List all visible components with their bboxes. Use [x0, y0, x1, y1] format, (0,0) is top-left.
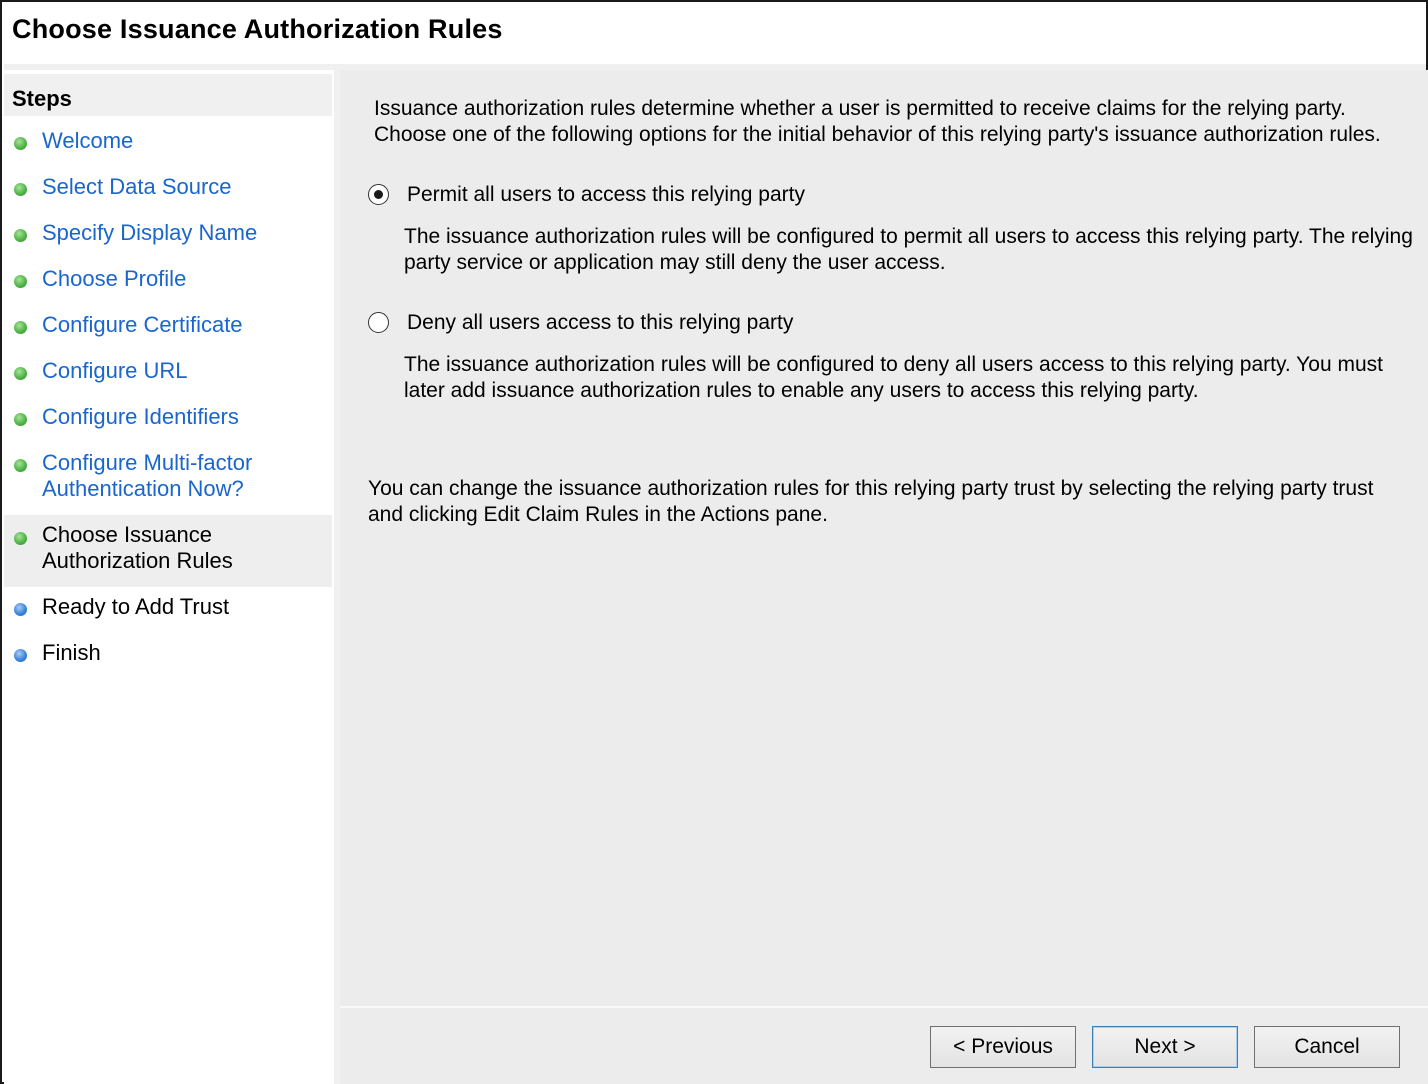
- permit-all-label[interactable]: Permit all users to access this relying …: [407, 182, 805, 208]
- wizard-window: Choose Issuance Authorization Rules Step…: [0, 0, 1428, 1084]
- radio-selected-dot: [374, 190, 383, 199]
- main-panel: Issuance authorization rules determine w…: [340, 70, 1428, 1006]
- wizard-header: Choose Issuance Authorization Rules: [4, 4, 1426, 64]
- deny-all-radio[interactable]: [368, 312, 389, 333]
- steps-heading: Steps: [12, 86, 72, 111]
- step-select-data-source: Select Data Source: [4, 174, 332, 202]
- step-specify-display-name: Specify Display Name: [4, 220, 332, 248]
- step-welcome: Welcome: [4, 128, 332, 156]
- step-complete-icon: [14, 367, 27, 380]
- permit-all-option[interactable]: Permit all users to access this relying …: [368, 182, 868, 210]
- step-configure-identifiers: Configure Identifiers: [4, 404, 332, 432]
- steps-sidebar: Steps Welcome Select Data Source Specify…: [4, 70, 334, 1084]
- step-label: Finish: [42, 640, 101, 665]
- step-configure-url: Configure URL: [4, 358, 332, 386]
- edit-rules-note: You can change the issuance authorizatio…: [368, 477, 1374, 526]
- step-choose-issuance-authorization-rules: Choose Issuance Authorization Rules: [4, 515, 332, 587]
- step-configure-multi-factor: Configure Multi-factor Authentication No…: [4, 450, 332, 504]
- step-complete-icon: [14, 413, 27, 426]
- step-label: Ready to Add Trust: [42, 594, 230, 619]
- step-complete-icon: [14, 459, 27, 472]
- step-choose-profile: Choose Profile: [4, 266, 332, 294]
- step-ready-to-add-trust: Ready to Add Trust: [4, 594, 332, 622]
- step-label: Choose Issuance Authorization Rules: [42, 522, 233, 573]
- step-label: Configure Certificate: [42, 312, 243, 337]
- step-pending-icon: [14, 649, 27, 662]
- step-complete-icon: [14, 321, 27, 334]
- permit-all-radio[interactable]: [368, 184, 389, 205]
- step-complete-icon: [14, 532, 27, 545]
- step-label: Configure Multi-factor Authentication No…: [42, 450, 253, 501]
- step-complete-icon: [14, 183, 27, 196]
- deny-all-option[interactable]: Deny all users access to this relying pa…: [368, 310, 868, 338]
- step-label: Choose Profile: [42, 266, 187, 291]
- intro-text: Issuance authorization rules determine w…: [374, 97, 1381, 146]
- step-label: Select Data Source: [42, 174, 232, 199]
- step-complete-icon: [14, 137, 27, 150]
- button-bar: < Previous Next > Cancel: [340, 1006, 1428, 1084]
- step-configure-certificate: Configure Certificate: [4, 312, 332, 340]
- step-label: Configure URL: [42, 358, 188, 383]
- step-complete-icon: [14, 229, 27, 242]
- step-label: Welcome: [42, 128, 134, 153]
- deny-all-description: The issuance authorization rules will be…: [404, 353, 1383, 402]
- step-pending-icon: [14, 603, 27, 616]
- cancel-button[interactable]: Cancel: [1254, 1026, 1400, 1068]
- step-complete-icon: [14, 275, 27, 288]
- step-label: Specify Display Name: [42, 220, 258, 245]
- previous-button[interactable]: < Previous: [930, 1026, 1076, 1068]
- permit-all-description: The issuance authorization rules will be…: [404, 225, 1413, 274]
- step-finish: Finish: [4, 640, 332, 668]
- page-title: Choose Issuance Authorization Rules: [12, 14, 503, 44]
- deny-all-label[interactable]: Deny all users access to this relying pa…: [407, 310, 793, 336]
- step-label: Configure Identifiers: [42, 404, 239, 429]
- steps-header: Steps: [4, 74, 332, 116]
- next-button[interactable]: Next >: [1092, 1026, 1238, 1068]
